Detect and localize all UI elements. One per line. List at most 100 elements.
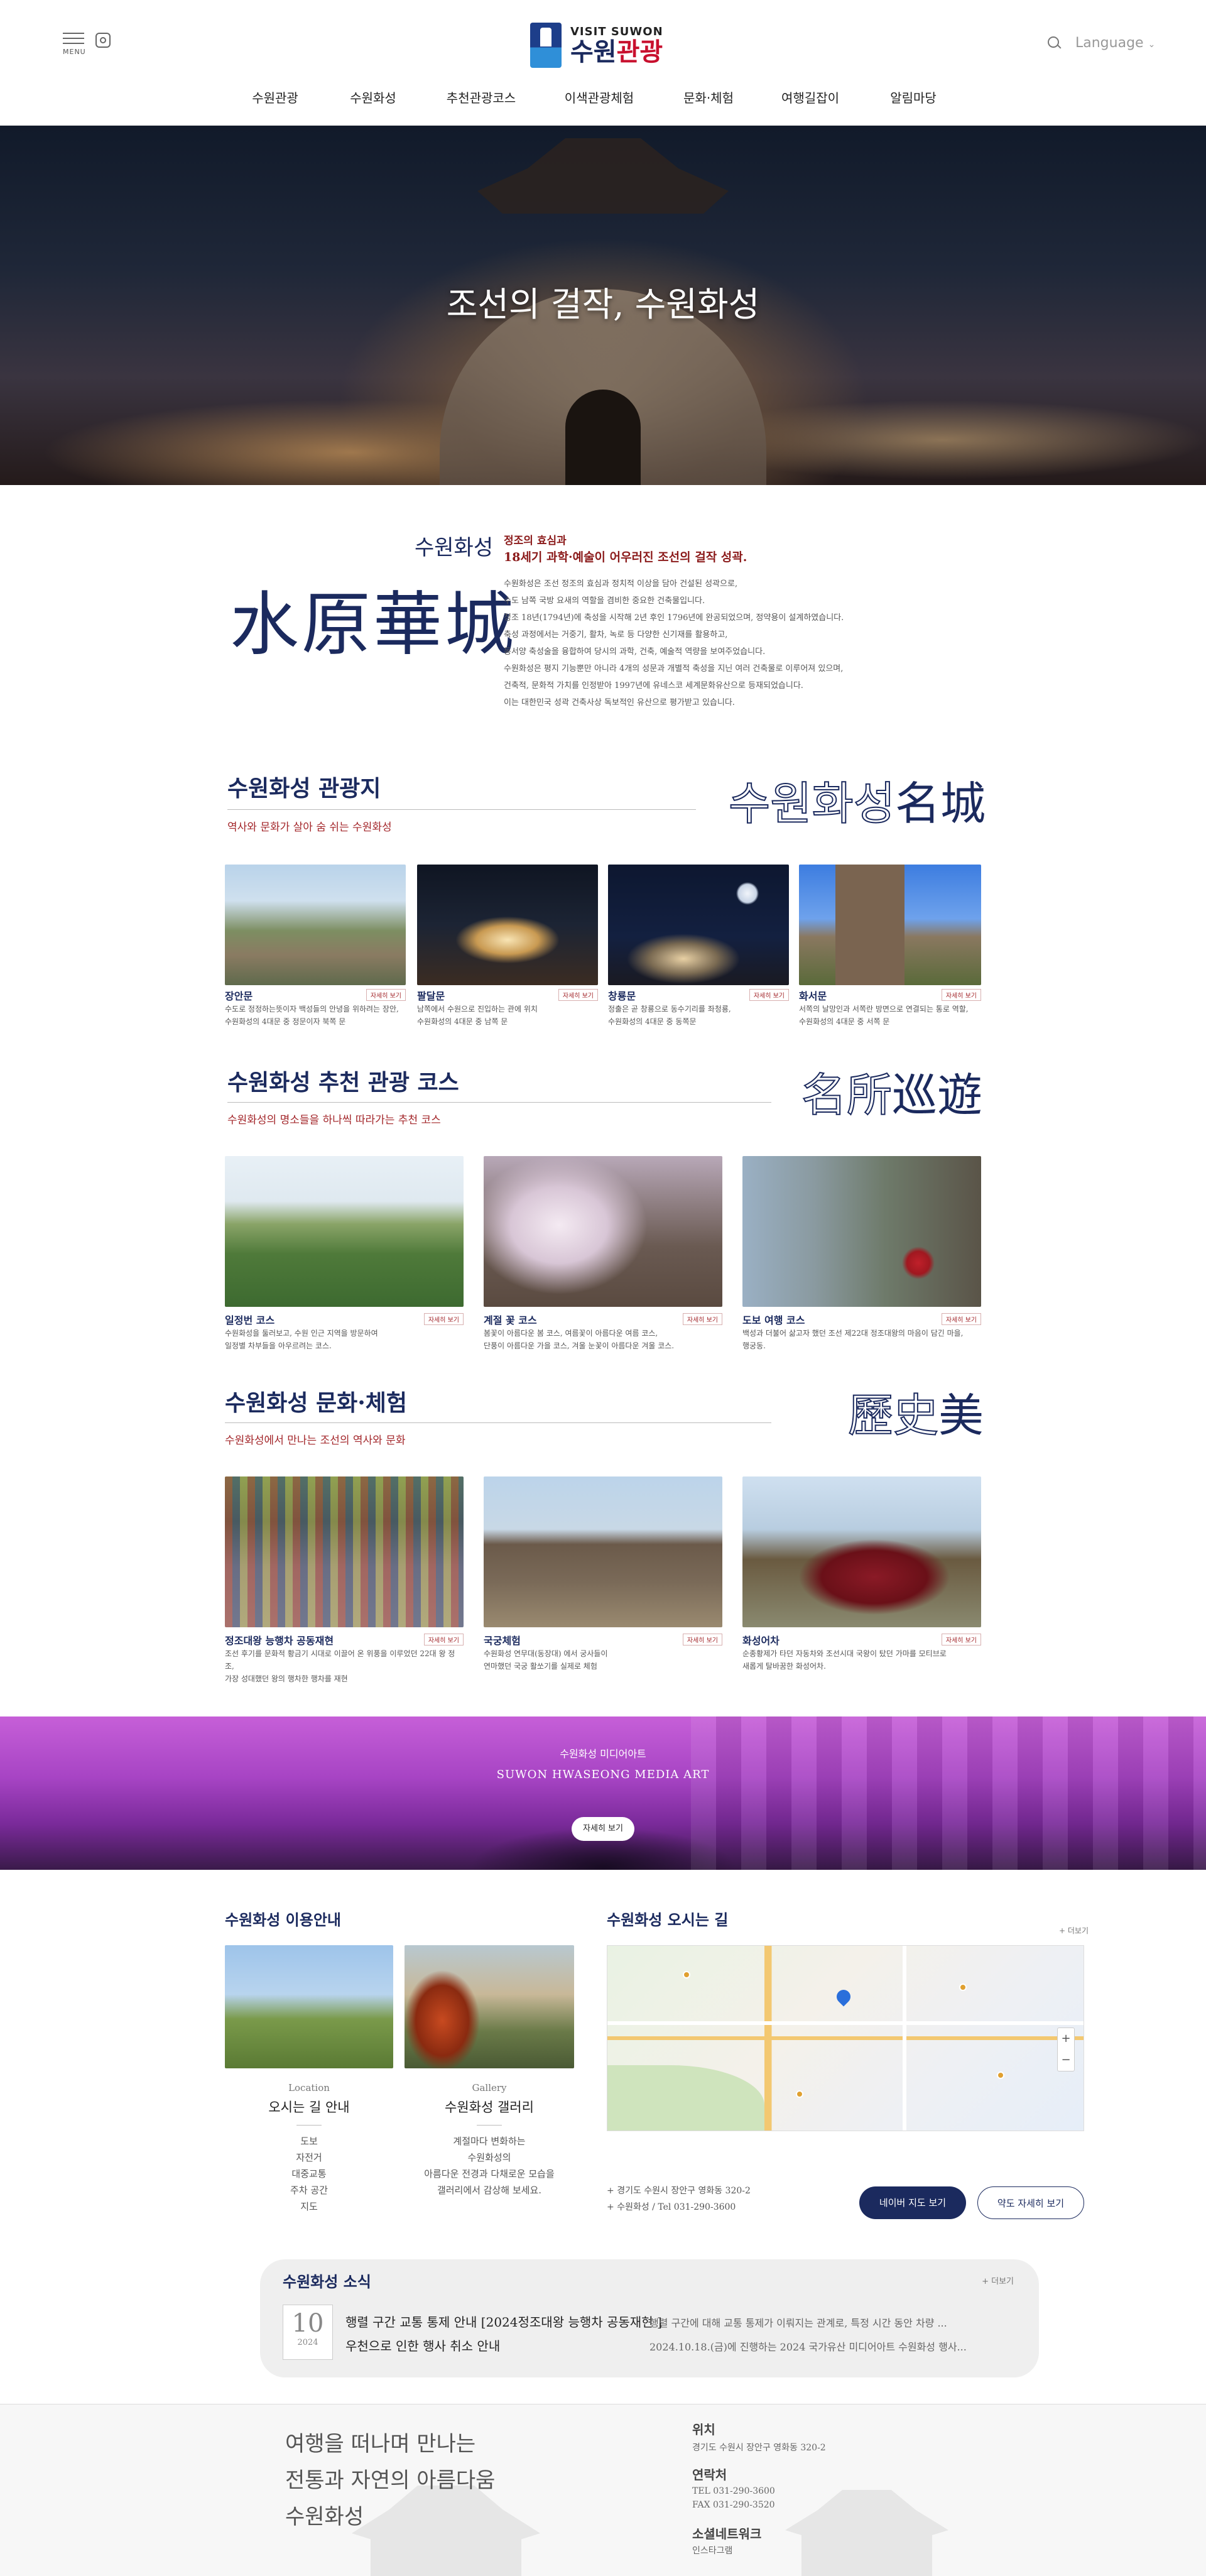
news-year: 2024 [297,2338,318,2347]
footer-tagline: 여행을 떠나며 만나는 전통과 자연의 아름다움 수원화성 [285,2431,496,2530]
footer-social-link[interactable]: 인스타그램 [692,2544,732,2557]
guide-item[interactable]: 자전거 [225,2149,393,2166]
guide-item[interactable]: 도보 [225,2133,393,2149]
course-name: 일정번 코스 [225,1314,275,1326]
news-headline[interactable]: 우천으로 인한 행사 취소 안내 [345,2336,500,2354]
culture-image-parade [225,1476,464,1627]
guide-image-location [225,1945,393,2068]
guide-item[interactable]: 주차 공간 [225,2182,393,2198]
location-more-link[interactable]: + 더보기 [1059,1925,1089,1936]
instagram-icon[interactable] [95,33,111,48]
course-desc: 봄꽃이 아름다운 봄 코스, 여름꽃이 아름다운 여름 코스, 단풍이 아름다운 … [484,1329,675,1350]
spot-card[interactable]: 장안문 자세히 보기 수도로 정정하는뜻이자 백성들의 안녕을 위하려는 장안,… [225,865,406,1028]
spots-deco-outline: 수원화성 [728,777,896,831]
map-location-pin-icon[interactable] [834,1987,854,2007]
culture-image-archery [484,1476,722,1627]
guide-divider [296,2125,322,2126]
spot-desc: 정출은 곧 창룡으로 동수기리를 좌청룡, 수원화성의 4대문 중 동쪽문 [608,1005,731,1026]
more-button[interactable]: 자세히 보기 [558,989,598,1001]
guide-item[interactable]: 지도 [225,2198,393,2215]
logo-text-b: 관광 [616,37,663,67]
guide-card-ko: 오시는 길 안내 [268,2100,350,2115]
nav-item-culture[interactable]: 문화·체험 [683,88,734,106]
guide-item[interactable]: 대중교통 [225,2166,393,2182]
spot-desc: 서쪽의 날망인과 서쪽란 방면으로 연결되는 통로 역할, 수원화성의 4대문 중… [799,1005,969,1026]
culture-section-subtitle: 수원화성에서 만나는 조선의 역사와 문화 [225,1434,406,1447]
site-footer: 여행을 떠나며 만나는 전통과 자연의 아름다움 수원화성 위치 경기도 수원시… [0,2404,1206,2576]
guide-card-gallery[interactable]: Gallery 수원화성 갤러리 계절마다 변화하는 수원화성의 아름다운 전경… [405,1945,574,2198]
guide-card-location[interactable]: Location 오시는 길 안내 도보 자전거 대중교통 주차 공간 지도 [225,1945,393,2215]
nav-item-notice[interactable]: 알림마당 [890,88,937,106]
more-button[interactable]: 자세히 보기 [682,1313,722,1325]
map-poi-marker[interactable] [959,1984,967,1991]
culture-image-royal-car [742,1476,981,1627]
more-button[interactable]: 자세히 보기 [423,1313,464,1325]
culture-card[interactable]: 화성어차 자세히 보기 순종황제가 타던 자동차와 조선시대 국왕이 탔던 가마… [742,1476,981,1673]
courses-deco-outline: 名所 [801,1068,893,1122]
spots-section-divider [227,809,696,810]
more-button[interactable]: 자세히 보기 [941,989,981,1001]
spot-card[interactable]: 팔달문 자세히 보기 남쪽에서 수원으로 진입하는 관에 위치 수원화성의 4대문… [417,865,598,1028]
course-name: 도보 여행 코스 [742,1314,805,1326]
culture-card[interactable]: 국궁체험 자세히 보기 수원화성 연무대(동장대) 에서 궁사들이 연마했던 국궁… [484,1476,722,1673]
media-subtitle: SUWON HWASEONG MEDIA ART [496,1768,710,1781]
intro-body: 수원화성은 조선 정조의 효심과 정치적 이상을 담아 건설된 성곽으로, 수도… [504,576,981,711]
more-button[interactable]: 자세히 보기 [682,1634,722,1645]
nav-item-hwaseong[interactable]: 수원화성 [350,88,396,106]
map-zoom-control[interactable]: + − [1057,2028,1075,2071]
more-button[interactable]: 자세히 보기 [941,1313,981,1325]
culture-card[interactable]: 정조대왕 능행차 공동재현 자세히 보기 조선 후기를 문화적 황금기 시대로 … [225,1476,464,1683]
location-map[interactable]: + − [607,1945,1084,2131]
map-detail-button[interactable]: 약도 자세히 보기 [977,2186,1084,2219]
map-poi-marker[interactable] [997,2071,1004,2079]
more-button[interactable]: 자세히 보기 [366,989,406,1001]
intro-line: 수도 남쪽 국방 요새의 역할을 겸비한 중요한 건축물입니다. [504,596,705,606]
nav-item-tour[interactable]: 수원관광 [252,88,298,106]
course-card[interactable]: 도보 여행 코스 자세히 보기 백성과 더불어 삶고자 했던 조선 제22대 정… [742,1156,981,1350]
news-snippet[interactable]: 2024.10.18.(금)에 진행하는 2024 국가유산 미디어아트 수원화… [649,2339,967,2354]
media-more-button[interactable]: 자세히 보기 [572,1817,634,1841]
culture-desc: 순종황제가 타던 자동차와 조선시대 국왕이 탔던 가마를 모티브로 새롭게 탈바… [742,1649,947,1671]
language-selector[interactable]: Language ⌄ [1075,35,1155,51]
nav-item-guide[interactable]: 여행길잡이 [781,88,839,106]
intro-line: 수원화성은 평지 기능뿐만 아니라 4개의 성문과 개별적 축성을 지닌 여러 … [504,664,844,674]
map-road [903,1946,906,2131]
site-logo[interactable]: VISIT SUWON 수원관광 [530,21,663,69]
search-icon[interactable] [1048,36,1062,50]
hamburger-icon [63,33,88,44]
news-snippet[interactable]: 행렬 구간에 대해 교통 통제가 이뤄지는 관계로, 특정 시간 동안 차량 .… [649,2315,947,2330]
hero-gate-arch [565,390,641,485]
course-card[interactable]: 일정번 코스 자세히 보기 수원화성을 둘러보고, 수원 인근 지역을 방문하여… [225,1156,464,1350]
courses-deco-solid: 巡遊 [892,1069,983,1122]
chevron-down-icon: ⌄ [1148,40,1156,50]
footer-social-heading: 소셜네트워크 [692,2526,762,2541]
intro-subtitle-1: 정조의 효심과 [504,535,567,547]
map-poi-marker[interactable] [796,2090,803,2098]
more-button[interactable]: 자세히 보기 [423,1634,464,1645]
course-card[interactable]: 계절 꽃 코스 자세히 보기 봄꽃이 아름다운 봄 코스, 여름꽃이 아름다운 … [484,1156,722,1350]
spots-section-deco: 수원화성名城 [728,767,986,832]
nav-item-courses[interactable]: 추천관광코스 [447,88,516,106]
more-button[interactable]: 자세히 보기 [749,989,789,1001]
map-poi-marker[interactable] [683,1971,690,1978]
footer-tel: TEL 031-290-3600 [692,2486,775,2496]
spot-image-hwaseomun [799,865,981,985]
site-header: MENU VISIT SUWON 수원관광 Language ⌄ 수원관광 수원… [0,0,1206,126]
spot-card[interactable]: 창룡문 자세히 보기 정출은 곧 창룡으로 동수기리를 좌청룡, 수원화성의 4대… [608,865,789,1028]
spot-card[interactable]: 화서문 자세히 보기 서쪽의 날망인과 서쪽란 방면으로 연결되는 통로 역할,… [799,865,981,1028]
news-headline[interactable]: 행렬 구간 교통 통제 안내 [2024정조대왕 능행차 공동재현 ] [345,2312,662,2330]
media-art-banner: 수원화성 미디어아트 SUWON HWASEONG MEDIA ART 자세히 … [0,1716,1206,1870]
news-panel: 수원화성 소식 + 더보기 10 2024 행렬 구간 교통 통제 안내 [20… [260,2259,1039,2377]
menu-button[interactable]: MENU [63,33,88,58]
culture-name: 국궁체험 [484,1635,521,1647]
nav-item-experience[interactable]: 이색관광체험 [565,88,634,106]
guide-card-en: Gallery [472,2082,507,2093]
language-label: Language [1075,35,1144,51]
news-more-link[interactable]: + 더보기 [982,2274,1014,2286]
intro-line: 수원화성은 조선 정조의 효심과 정치적 이상을 담아 건설된 성곽으로, [504,579,738,589]
more-button[interactable]: 자세히 보기 [941,1634,981,1645]
naver-map-button[interactable]: 네이버 지도 보기 [859,2186,966,2219]
hero-title: 조선의 걸작, 수원화성 [446,285,760,324]
location-address: + 경기도 수원시 장안구 영화동 320-2 + 수원화성 / Tel 031… [607,2183,751,2215]
culture-desc: 수원화성 연무대(동장대) 에서 궁사들이 연마했던 국궁 활쏘기를 실제로 체험 [484,1649,608,1671]
